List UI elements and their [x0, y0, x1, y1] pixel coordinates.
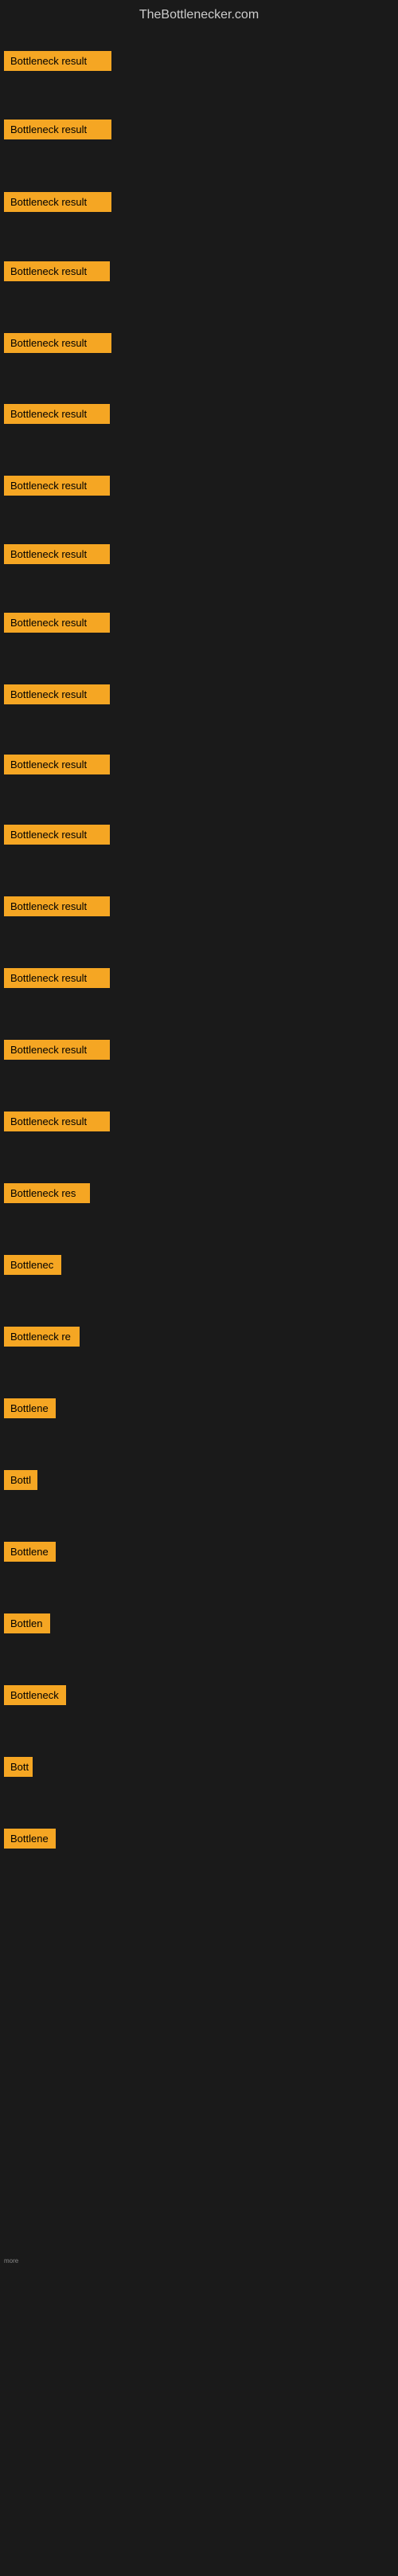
site-title: TheBottlenecker.com	[0, 0, 398, 26]
bottleneck-bar-2[interactable]: Bottleneck result	[4, 120, 111, 139]
bottleneck-bar-16[interactable]: Bottleneck result	[4, 1112, 110, 1131]
bottleneck-bar-23[interactable]: Bottlen	[4, 1613, 50, 1633]
bottleneck-row-11[interactable]: Bottleneck result	[0, 751, 398, 782]
bottleneck-row-24[interactable]: Bottleneck	[0, 1682, 398, 1712]
bottleneck-bar-26[interactable]: Bottlene	[4, 1829, 56, 1849]
bottleneck-row-16[interactable]: Bottleneck result	[0, 1108, 398, 1139]
bottleneck-row-26[interactable]: Bottlene	[0, 1825, 398, 1856]
bottleneck-bar-14[interactable]: Bottleneck result	[4, 968, 110, 988]
bottleneck-row-14[interactable]: Bottleneck result	[0, 965, 398, 995]
bottleneck-row-7[interactable]: Bottleneck result	[0, 472, 398, 503]
bottleneck-bar-11[interactable]: Bottleneck result	[4, 755, 110, 774]
bottleneck-bar-4[interactable]: Bottleneck result	[4, 261, 110, 281]
bottleneck-row-10[interactable]: Bottleneck result	[0, 681, 398, 712]
bottleneck-bar-17[interactable]: Bottleneck res	[4, 1183, 90, 1203]
bottleneck-row-25[interactable]: Bott	[0, 1754, 398, 1784]
bottleneck-row-22[interactable]: Bottlene	[0, 1539, 398, 1569]
bottleneck-row-17[interactable]: Bottleneck res	[0, 1180, 398, 1210]
bottleneck-bar-24[interactable]: Bottleneck	[4, 1685, 66, 1705]
bottleneck-bar-1[interactable]: Bottleneck result	[4, 51, 111, 71]
bottleneck-bar-6[interactable]: Bottleneck result	[4, 404, 110, 424]
bottleneck-bar-7[interactable]: Bottleneck result	[4, 476, 110, 496]
bottleneck-bar-5[interactable]: Bottleneck result	[4, 333, 111, 353]
bottleneck-row-9[interactable]: Bottleneck result	[0, 610, 398, 640]
bottleneck-row-8[interactable]: Bottleneck result	[0, 541, 398, 571]
bottleneck-bar-25[interactable]: Bott	[4, 1757, 33, 1777]
bottleneck-bar-13[interactable]: Bottleneck result	[4, 896, 110, 916]
bottleneck-row-23[interactable]: Bottlen	[0, 1610, 398, 1641]
small-label: more	[4, 2257, 18, 2264]
bottleneck-row-4[interactable]: Bottleneck result	[0, 258, 398, 288]
bottleneck-bar-9[interactable]: Bottleneck result	[4, 613, 110, 633]
bottleneck-bar-19[interactable]: Bottleneck re	[4, 1327, 80, 1347]
bottleneck-bar-8[interactable]: Bottleneck result	[4, 544, 110, 564]
bottleneck-row-3[interactable]: Bottleneck result	[0, 189, 398, 219]
bottleneck-bar-18[interactable]: Bottlenec	[4, 1255, 61, 1275]
bottleneck-row-19[interactable]: Bottleneck re	[0, 1323, 398, 1354]
bottleneck-row-5[interactable]: Bottleneck result	[0, 330, 398, 360]
bottleneck-bar-15[interactable]: Bottleneck result	[4, 1040, 110, 1060]
bottleneck-bar-21[interactable]: Bottl	[4, 1470, 37, 1490]
bottleneck-bar-22[interactable]: Bottlene	[4, 1542, 56, 1562]
bottleneck-row-12[interactable]: Bottleneck result	[0, 821, 398, 852]
bottleneck-bar-20[interactable]: Bottlene	[4, 1398, 56, 1418]
bottleneck-row-18[interactable]: Bottlenec	[0, 1252, 398, 1282]
bottleneck-row-15[interactable]: Bottleneck result	[0, 1037, 398, 1067]
bottleneck-bar-10[interactable]: Bottleneck result	[4, 684, 110, 704]
bottleneck-row-13[interactable]: Bottleneck result	[0, 893, 398, 923]
bottleneck-row-2[interactable]: Bottleneck result	[0, 116, 398, 147]
bottleneck-bar-12[interactable]: Bottleneck result	[4, 825, 110, 845]
bottleneck-row-6[interactable]: Bottleneck result	[0, 401, 398, 431]
bottleneck-row-1[interactable]: Bottleneck result	[0, 48, 398, 78]
bottleneck-bar-3[interactable]: Bottleneck result	[4, 192, 111, 212]
bottleneck-row-21[interactable]: Bottl	[0, 1467, 398, 1497]
bottleneck-row-20[interactable]: Bottlene	[0, 1395, 398, 1425]
